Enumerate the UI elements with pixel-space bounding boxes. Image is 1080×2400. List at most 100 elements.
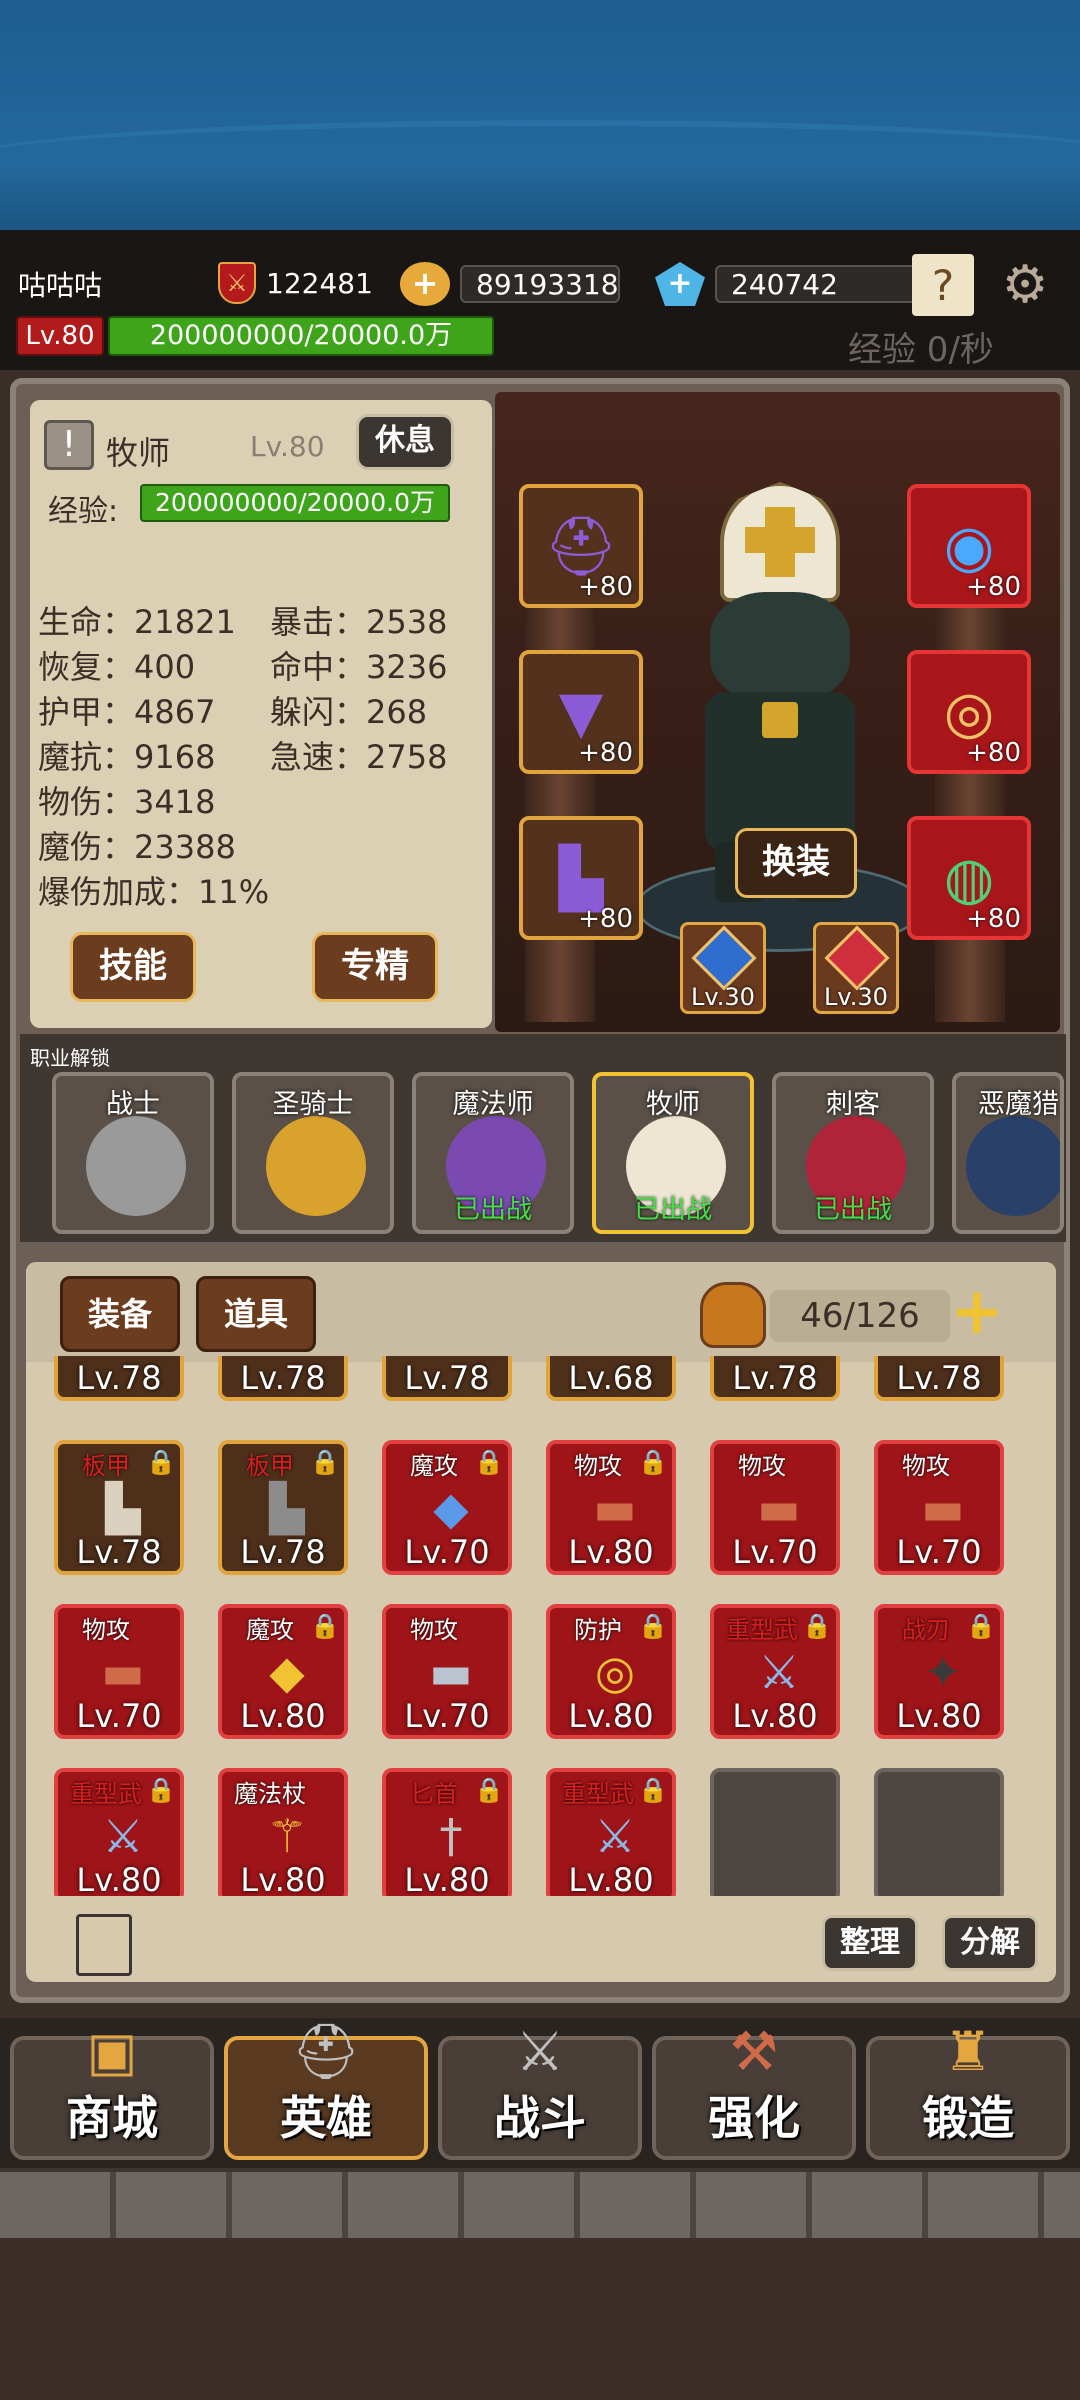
stat-physical-dmg: 物伤：3418 xyxy=(38,783,216,821)
inventory-item[interactable]: 板甲 🔒 ▙ Lv.78 xyxy=(218,1440,348,1575)
inventory-item[interactable]: 物攻 ▬ Lv.70 xyxy=(874,1440,1004,1575)
item-type: 板甲 xyxy=(246,1452,294,1480)
quest-book-icon[interactable]: ? xyxy=(912,254,974,316)
inventory-item[interactable]: 板甲 🔒 ▙ Lv.78 xyxy=(54,1440,184,1575)
nav-battle[interactable]: ⚔ 战斗 xyxy=(438,2020,642,2160)
expand-capacity-video-icon[interactable]: + xyxy=(950,1280,1030,1348)
gem-display[interactable]: + 240742 xyxy=(655,262,925,306)
inventory-empty-slot[interactable] xyxy=(874,1768,1004,1896)
exp-rate: 经验 0/秒 xyxy=(848,330,994,370)
inventory-item[interactable]: Lv.78 xyxy=(218,1356,348,1401)
codex-book-icon[interactable] xyxy=(76,1914,132,1976)
tab-items[interactable]: 道具 xyxy=(196,1276,316,1352)
lock-icon: 🔒 xyxy=(146,1448,176,1476)
helmet-icon: ⛑ xyxy=(544,511,618,580)
nav-enhance[interactable]: ⚒ 强化 xyxy=(652,2020,856,2160)
rest-button[interactable]: 休息 xyxy=(356,414,454,470)
item-level: Lv.78 xyxy=(732,1359,818,1397)
inventory-item[interactable]: 魔攻 🔒 ◆ Lv.80 xyxy=(218,1604,348,1739)
stat-dodge: 躲闪：268 xyxy=(270,693,428,731)
class-status: 已出战 xyxy=(453,1195,532,1225)
lock-icon: 🔒 xyxy=(802,1612,832,1640)
hammer-icon: ⚒ xyxy=(729,2020,779,2083)
medal-slot-2[interactable]: Lv.30 xyxy=(813,922,899,1014)
inventory-item[interactable]: Lv.78 xyxy=(54,1356,184,1401)
nav-shop[interactable]: ▣ 商城 xyxy=(10,2020,214,2160)
player-name: 咕咕咕 xyxy=(18,269,103,302)
inventory-item[interactable]: 重型武 🔒 ⚔ Lv.80 xyxy=(546,1768,676,1896)
nav-hero[interactable]: ⛑ 英雄 xyxy=(224,2020,428,2160)
equip-slot-ring[interactable]: ◍ +80 xyxy=(907,816,1031,940)
class-card-warrior[interactable]: 战士 xyxy=(52,1072,214,1234)
inventory-item[interactable]: 魔攻 🔒 ◆ Lv.70 xyxy=(382,1440,512,1575)
equip-slot-boots[interactable]: ▙ +80 xyxy=(519,816,643,940)
class-card-paladin[interactable]: 圣骑士 xyxy=(232,1072,394,1234)
inventory-item[interactable]: 防护 🔒 ◎ Lv.80 xyxy=(546,1604,676,1739)
inventory-item[interactable]: 魔法杖 ⚚ Lv.80 xyxy=(218,1768,348,1896)
gear-icon[interactable]: ⚙ xyxy=(994,254,1056,316)
blue-medal-icon xyxy=(691,925,757,991)
inventory-item[interactable]: 物攻 ▬ Lv.70 xyxy=(382,1604,512,1739)
specialization-button[interactable]: 专精 xyxy=(312,932,438,1002)
item-level: Lv.78 xyxy=(76,1359,162,1397)
inventory-item[interactable]: 物攻 🔒 ▬ Lv.80 xyxy=(546,1440,676,1575)
inventory-item[interactable]: 物攻 ▬ Lv.70 xyxy=(710,1440,840,1575)
equip-slot-amulet[interactable]: ◎ +80 xyxy=(907,650,1031,774)
tab-equipment[interactable]: 装备 xyxy=(60,1276,180,1352)
stat-armor: 护甲：4867 xyxy=(38,693,216,731)
item-type: 物攻 xyxy=(410,1616,458,1644)
item-level: Lv.80 xyxy=(404,1861,490,1896)
hero-level: Lv.80 xyxy=(250,430,325,463)
item-type: 物攻 xyxy=(902,1452,950,1480)
inventory-item[interactable]: Lv.78 xyxy=(710,1356,840,1401)
helmet-icon: ⛑ xyxy=(291,2020,361,2083)
necklace-icon: ◉ xyxy=(943,512,995,580)
lock-icon: 🔒 xyxy=(638,1776,668,1804)
class-card-mage[interactable]: 魔法师 已出战 xyxy=(412,1072,574,1234)
nav-label: 战斗 xyxy=(494,2091,586,2145)
gold-plus-icon[interactable]: + xyxy=(400,262,450,306)
equip-slot-necklace[interactable]: ◉ +80 xyxy=(907,484,1031,608)
boots-icon: ▙ xyxy=(558,844,604,912)
class-status: 已出战 xyxy=(633,1195,712,1225)
class-name: 魔法师 xyxy=(452,1089,534,1120)
change-outfit-button[interactable]: 换装 xyxy=(735,828,857,898)
inventory-item[interactable]: 战刃 🔒 ✦ Lv.80 xyxy=(874,1604,1004,1739)
class-card-demon-hunter[interactable]: 恶魔猎 xyxy=(952,1072,1064,1234)
gold-display[interactable]: + 89193318 xyxy=(400,262,620,306)
item-type: 防护 xyxy=(574,1616,622,1644)
class-card-priest[interactable]: 牧师 已出战 xyxy=(592,1072,754,1234)
equip-slot-helmet[interactable]: ⛑ +80 xyxy=(519,484,643,608)
lock-icon: 🔒 xyxy=(310,1612,340,1640)
inventory-item[interactable]: 匕首 🔒 † Lv.80 xyxy=(382,1768,512,1896)
inventory-item[interactable]: 重型武 🔒 ⚔ Lv.80 xyxy=(710,1604,840,1739)
sort-button[interactable]: 整理 xyxy=(822,1915,918,1971)
inventory-item[interactable]: 物攻 ▬ Lv.70 xyxy=(54,1604,184,1739)
item-level: Lv.78 xyxy=(896,1359,982,1397)
exclamation-icon[interactable]: ! xyxy=(44,420,94,470)
skills-button[interactable]: 技能 xyxy=(70,932,196,1002)
power-display: ⚔ 122481 xyxy=(218,262,373,304)
greatsword-icon: ⚔ xyxy=(102,1809,144,1863)
equip-level: +80 xyxy=(578,738,633,768)
gem-plus-icon[interactable]: + xyxy=(655,262,705,306)
inventory-item[interactable]: Lv.68 xyxy=(546,1356,676,1401)
class-card-assassin[interactable]: 刺客 已出战 xyxy=(772,1072,934,1234)
inventory-empty-slot[interactable] xyxy=(710,1768,840,1896)
equip-slot-armor[interactable]: ▼ +80 xyxy=(519,650,643,774)
armor-icon: ▼ xyxy=(558,678,604,746)
class-status: 已出战 xyxy=(813,1195,892,1225)
hero-scene: ⛑ +80 ▼ +80 ▙ +80 ◉ +80 ◎ +80 ◍ +80 换装 Lv.30 L… xyxy=(495,392,1060,1032)
inventory-item[interactable]: 重型武 🔒 ⚔ Lv.80 xyxy=(54,1768,184,1896)
inventory-item[interactable]: Lv.78 xyxy=(382,1356,512,1401)
inventory-item[interactable]: Lv.78 xyxy=(874,1356,1004,1401)
item-type: 重型武 xyxy=(726,1616,798,1644)
stat-magic-resist: 魔抗：9168 xyxy=(38,738,216,776)
sky-background xyxy=(0,0,1080,230)
item-level: Lv.78 xyxy=(240,1533,326,1571)
class-name: 战士 xyxy=(106,1089,160,1120)
nav-forge[interactable]: ♜ 锻造 xyxy=(866,2020,1070,2160)
decompose-button[interactable]: 分解 xyxy=(942,1915,1038,1971)
medal-slot-1[interactable]: Lv.30 xyxy=(680,922,766,1014)
item-type: 板甲 xyxy=(82,1452,130,1480)
